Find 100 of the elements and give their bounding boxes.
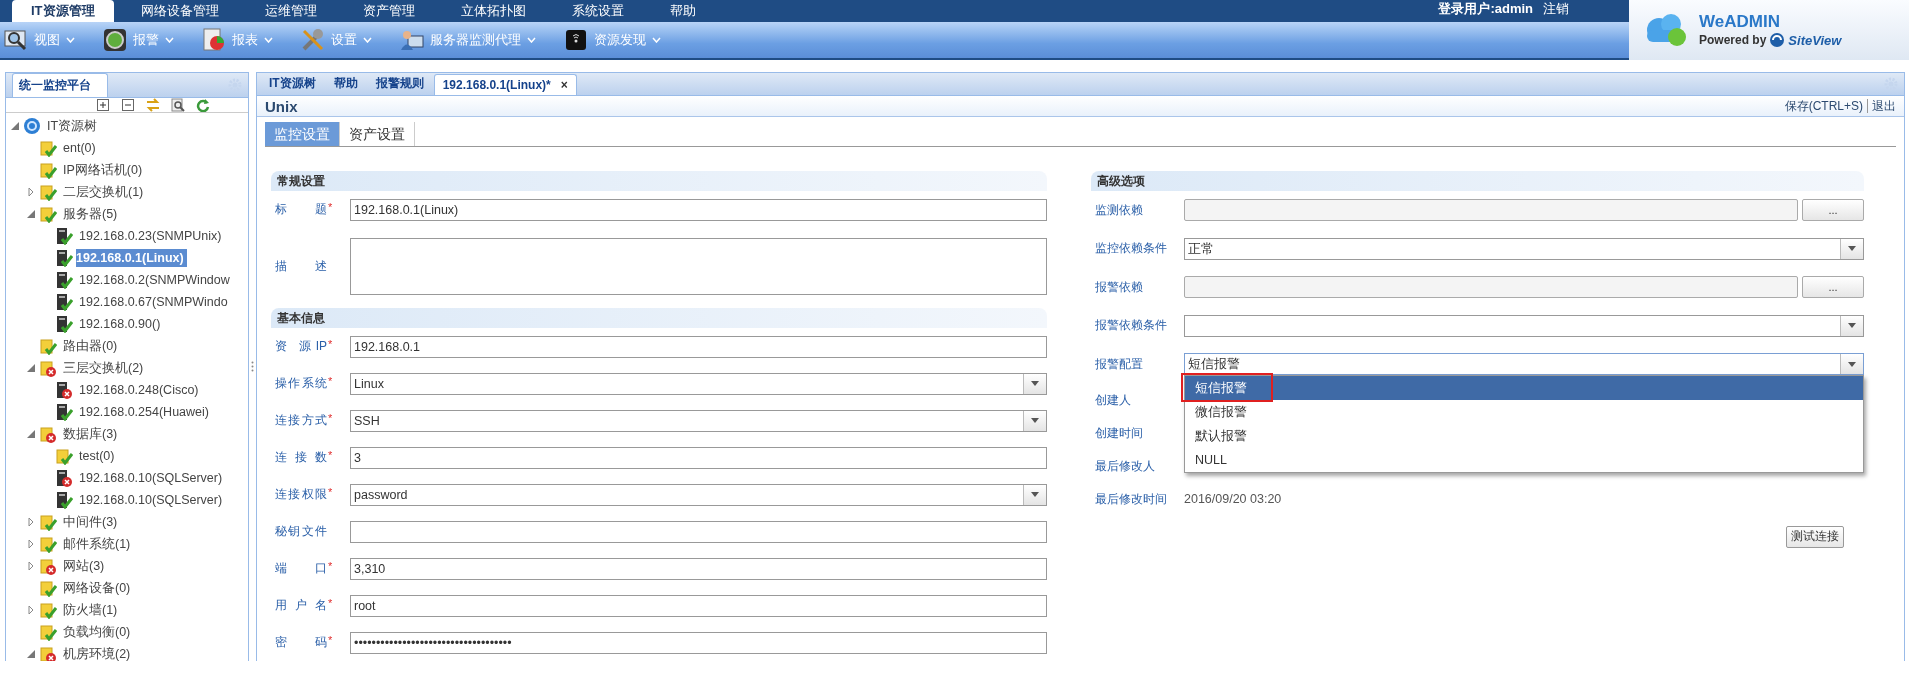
- required-mark: *: [328, 412, 333, 424]
- tree-item[interactable]: 网络设备(0): [60, 577, 134, 599]
- caret-icon: [66, 37, 75, 43]
- collapsed-arrow-icon[interactable]: [26, 561, 36, 571]
- splitter-handle-icon[interactable]: [251, 361, 254, 372]
- dropdown-option[interactable]: 默认报警: [1185, 424, 1863, 449]
- menu-item[interactable]: IT资源管理: [12, 0, 114, 22]
- menu-item[interactable]: 运维管理: [245, 0, 336, 22]
- tab[interactable]: IT资源树: [261, 73, 324, 95]
- input-field[interactable]: 192.168.0.1: [350, 335, 1047, 358]
- field-label: 最后修改时间: [1095, 490, 1167, 508]
- tab[interactable]: 帮助: [325, 73, 366, 95]
- tab[interactable]: 192.168.0.1(Linux)* ×: [433, 74, 577, 95]
- expanded-arrow-icon[interactable]: [26, 649, 36, 659]
- device-icon: [564, 28, 588, 52]
- tree-item[interactable]: 192.168.0.2(SNMPWindow: [76, 271, 233, 289]
- wrench-icon: [301, 28, 325, 52]
- tree-item[interactable]: 邮件系统(1): [60, 533, 134, 555]
- dropdown-option[interactable]: NULL: [1185, 448, 1863, 473]
- input-field[interactable]: [1184, 199, 1798, 222]
- menu-item[interactable]: 网络设备管理: [121, 0, 238, 22]
- refresh-icon[interactable]: [196, 98, 210, 112]
- logout-link[interactable]: 注销: [1543, 0, 1569, 22]
- expand-all-icon[interactable]: [96, 98, 110, 112]
- tree-item[interactable]: 服务器(5): [60, 203, 121, 225]
- tree-item[interactable]: 三层交换机(2): [60, 357, 147, 379]
- tree-item[interactable]: 防火墙(1): [60, 599, 121, 621]
- tab[interactable]: 资产设置: [340, 122, 415, 146]
- tree-item[interactable]: 192.168.0.67(SNMPWindo: [76, 293, 231, 311]
- section-header: 高级选项: [1091, 171, 1864, 191]
- close-icon[interactable]: ×: [560, 78, 568, 92]
- tree-item[interactable]: 网站(3): [60, 555, 108, 577]
- test-connection-button[interactable]: 测试连接: [1786, 525, 1844, 548]
- field-value: 2016/09/20 03:20: [1184, 492, 1282, 506]
- tree-item[interactable]: 二层交换机(1): [60, 181, 147, 203]
- tree-item[interactable]: 负载均衡(0): [60, 621, 134, 643]
- tree-item[interactable]: 192.168.0.90(): [76, 315, 164, 333]
- dropdown[interactable]: Linux: [350, 372, 1047, 395]
- tree-item[interactable]: test(0): [76, 447, 118, 465]
- tree-item[interactable]: 数据库(3): [60, 423, 121, 445]
- collapsed-arrow-icon[interactable]: [26, 539, 36, 549]
- tree-item[interactable]: IT资源树: [44, 115, 101, 137]
- menu-item[interactable]: 帮助: [650, 0, 715, 22]
- dropdown-arrow-icon: [1848, 361, 1856, 367]
- required-mark: *: [328, 375, 333, 387]
- menu-item[interactable]: 系统设置: [552, 0, 643, 22]
- input-field[interactable]: 3: [350, 446, 1047, 469]
- tree-item[interactable]: 192.168.0.248(Cisco): [76, 381, 202, 399]
- input-field[interactable]: ••••••••••••••••••••••••••••••••••••: [350, 631, 1047, 654]
- tree-item[interactable]: 192.168.0.254(Huawei): [76, 403, 212, 421]
- field-label: 监控依赖条件: [1095, 240, 1167, 258]
- tree-item[interactable]: 路由器(0): [60, 335, 121, 357]
- field-label: 最后修改人: [1095, 457, 1155, 475]
- expanded-arrow-icon[interactable]: [26, 209, 36, 219]
- dropdown[interactable]: 正常: [1184, 237, 1864, 260]
- powered-by-text: Powered by: [1699, 33, 1767, 47]
- tree-item[interactable]: 192.168.0.10(SQLServer): [76, 469, 226, 487]
- tree-item[interactable]: ent(0): [60, 139, 99, 157]
- field-label: 连 接 数: [275, 449, 327, 466]
- swap-arrows-icon[interactable]: [146, 98, 160, 112]
- collapsed-arrow-icon[interactable]: [26, 605, 36, 615]
- field-label: 描 述: [275, 257, 327, 275]
- panel-tab[interactable]: 统一监控平台: [12, 73, 108, 97]
- dropdown-option[interactable]: 微信报警: [1185, 400, 1863, 425]
- action-link[interactable]: 退出: [1872, 97, 1896, 115]
- collapsed-arrow-icon[interactable]: [26, 517, 36, 527]
- input-field[interactable]: 3,310: [350, 557, 1047, 580]
- text-area[interactable]: [350, 237, 1047, 295]
- dropdown[interactable]: SSH: [350, 409, 1047, 432]
- collapse-all-icon[interactable]: [121, 98, 135, 112]
- input-field[interactable]: [350, 520, 1047, 543]
- input-field[interactable]: [1184, 276, 1798, 299]
- expanded-arrow-icon[interactable]: [26, 429, 36, 439]
- menu-item[interactable]: 立体拓扑图: [441, 0, 545, 22]
- tree-item[interactable]: 192.168.0.10(SQLServer): [76, 491, 226, 509]
- input-field[interactable]: root: [350, 594, 1047, 617]
- field-label: 连接方式: [275, 412, 327, 429]
- tab[interactable]: 报警规则: [367, 73, 432, 95]
- section-header: 基本信息: [271, 308, 1047, 328]
- field-label: 操作系统: [275, 375, 327, 392]
- search-icon[interactable]: [171, 98, 185, 112]
- browse-button[interactable]: ...: [1802, 199, 1864, 222]
- tree-item[interactable]: 192.168.0.23(SNMPUnix): [76, 227, 225, 245]
- dropdown[interactable]: [1184, 314, 1864, 337]
- action-link[interactable]: 保存(CTRL+S): [1784, 97, 1863, 115]
- input-field[interactable]: 192.168.0.1(Linux): [350, 198, 1047, 221]
- user-monitor-icon: [400, 28, 424, 52]
- tree-item[interactable]: IP网络话机(0): [60, 159, 146, 181]
- dropdown[interactable]: password: [350, 483, 1047, 506]
- field-label: 端 口: [275, 560, 327, 577]
- tree-item[interactable]: 中间件(3): [60, 511, 121, 533]
- page-title: Unix: [265, 97, 298, 115]
- browse-button[interactable]: ...: [1802, 276, 1864, 299]
- expanded-arrow-icon[interactable]: [10, 121, 20, 131]
- tree-item[interactable]: 机房环境(2): [60, 643, 134, 661]
- menu-item[interactable]: 资产管理: [343, 0, 434, 22]
- expanded-arrow-icon[interactable]: [26, 363, 36, 373]
- collapsed-arrow-icon[interactable]: [26, 187, 36, 197]
- brand-name: SiteView: [1788, 32, 1842, 48]
- logo-name: WeADMIN: [1699, 12, 1781, 32]
